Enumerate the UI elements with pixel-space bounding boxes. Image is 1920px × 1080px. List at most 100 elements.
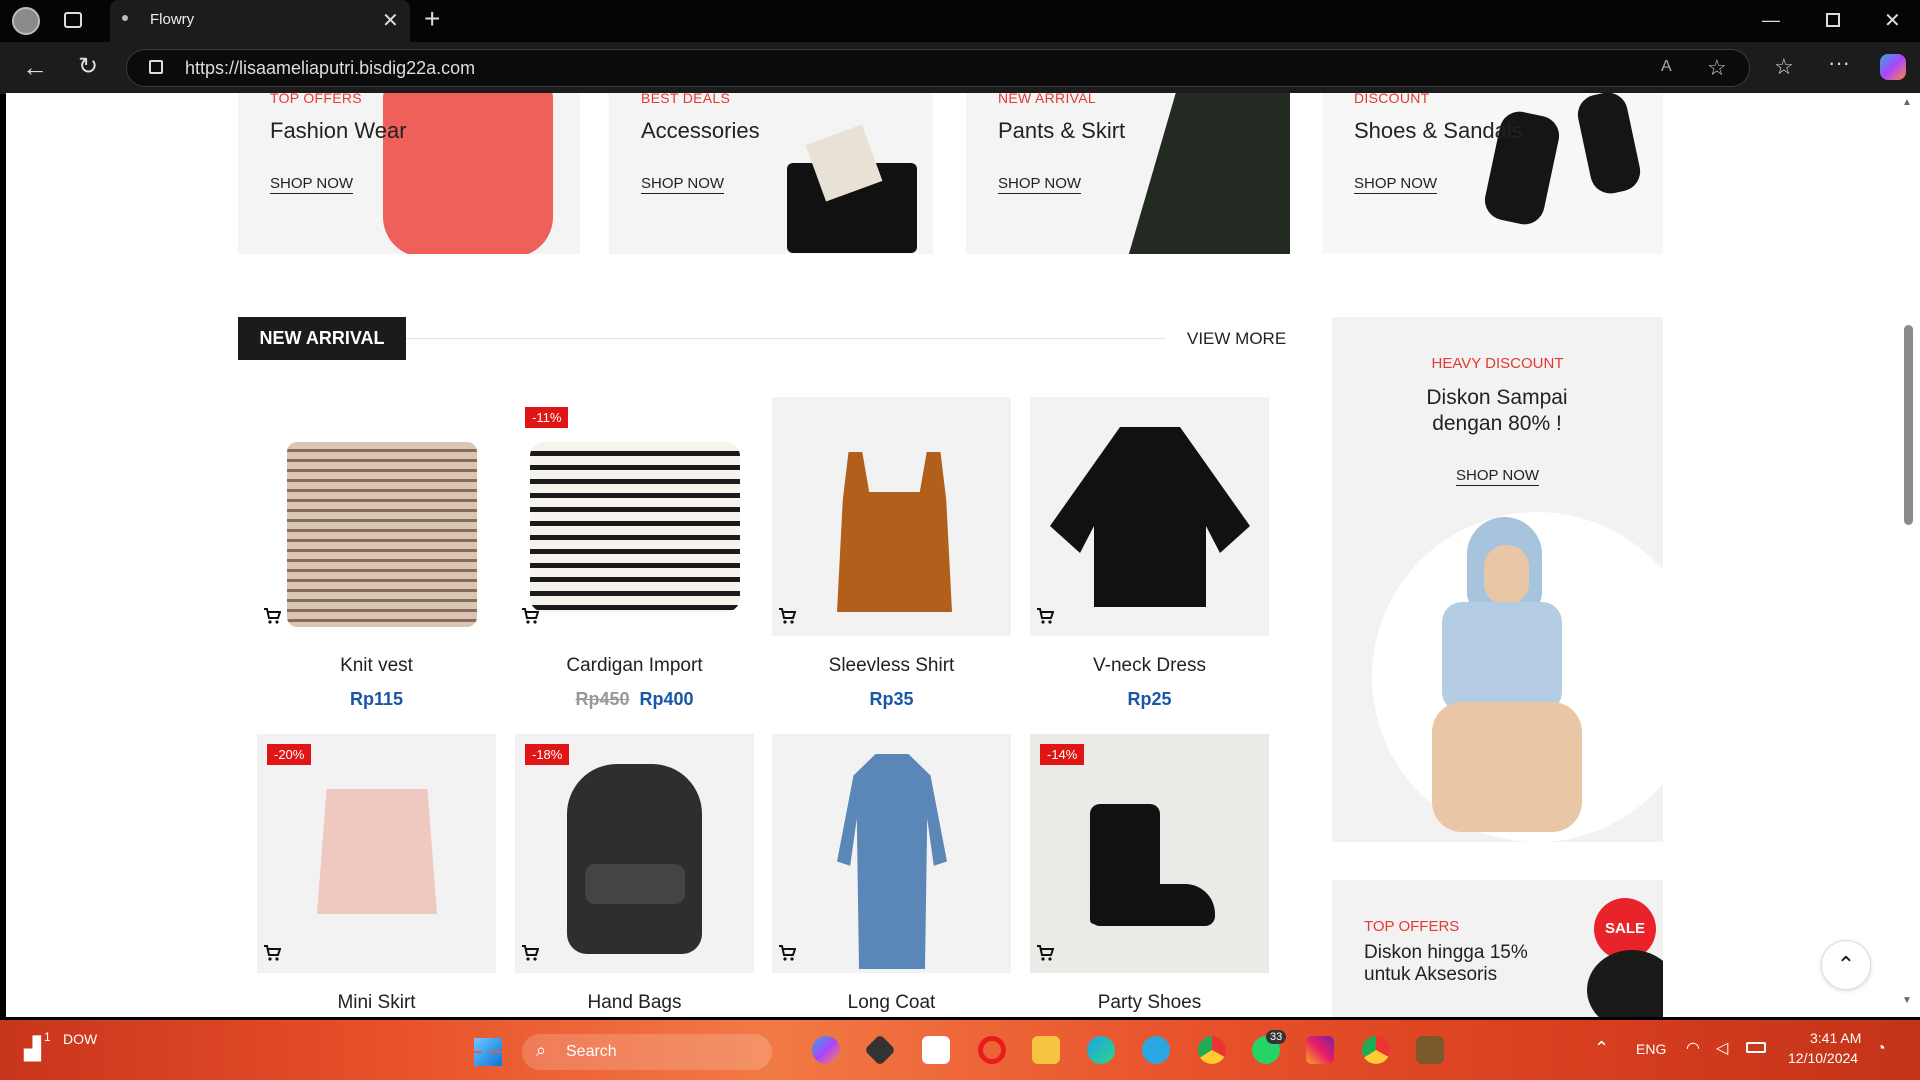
product-name[interactable]: Cardigan Import: [515, 655, 754, 677]
more-menu-icon[interactable]: ···: [1828, 50, 1850, 76]
cart-icon[interactable]: [521, 944, 539, 962]
product-image[interactable]: [1030, 397, 1269, 636]
product-image[interactable]: [772, 734, 1011, 973]
app-icon[interactable]: [1416, 1036, 1444, 1064]
search-label: Search: [566, 1043, 617, 1060]
telegram-icon[interactable]: [1142, 1036, 1170, 1064]
product-name[interactable]: Party Shoes: [1030, 992, 1269, 1014]
copilot-icon[interactable]: [1880, 54, 1906, 80]
section-title: NEW ARRIVAL: [238, 317, 406, 360]
scroll-down-arrow[interactable]: ▼: [1902, 995, 1912, 1006]
cart-icon[interactable]: [263, 944, 281, 962]
cart-icon[interactable]: [521, 607, 539, 625]
url-text[interactable]: https://lisaameliaputri.bisdig22a.com: [185, 58, 475, 79]
accessories-offer-banner[interactable]: TOP OFFERS Diskon hingga 15% untuk Akses…: [1332, 880, 1663, 1017]
heavy-discount-banner[interactable]: HEAVY DISCOUNT Diskon Sampai dengan 80% …: [1332, 317, 1663, 842]
battery-icon[interactable]: [1746, 1042, 1766, 1053]
product-name[interactable]: Mini Skirt: [257, 992, 496, 1014]
promo-image: [1128, 93, 1290, 254]
view-more-link[interactable]: VIEW MORE: [1187, 329, 1286, 349]
product-image[interactable]: [515, 734, 754, 973]
cart-icon[interactable]: [778, 944, 796, 962]
product-card[interactable]: -20% Mini Skirt: [257, 734, 496, 1017]
promo-tag: NEW ARRIVAL: [998, 93, 1096, 106]
language-indicator[interactable]: ENG: [1636, 1041, 1666, 1057]
product-name[interactable]: Knit vest: [257, 655, 496, 677]
notification-bell-icon[interactable]: ◔: [1876, 1040, 1886, 1058]
promo-card-accessories[interactable]: BEST DEALS Accessories SHOP NOW: [609, 93, 933, 254]
address-bar[interactable]: https://lisaameliaputri.bisdig22a.com A …: [126, 49, 1750, 87]
promo-card-pants[interactable]: NEW ARRIVAL Pants & Skirt SHOP NOW: [966, 93, 1290, 254]
back-to-top-button[interactable]: ⌃: [1821, 940, 1871, 990]
product-price-current: Rp35: [869, 689, 914, 709]
banner-shop-now-link[interactable]: SHOP NOW: [1456, 467, 1540, 486]
weather-label[interactable]: DOW: [63, 1031, 97, 1047]
promo-card-shoes[interactable]: DISCOUNT Shoes & Sandals SHOP NOW: [1322, 93, 1663, 254]
product-card[interactable]: Long Coat: [772, 734, 1011, 1017]
favorite-star-icon[interactable]: ☆: [1707, 55, 1727, 81]
product-image[interactable]: [772, 397, 1011, 636]
product-card[interactable]: Sleevless Shirt Rp35: [772, 397, 1011, 727]
new-tab-icon[interactable]: +: [424, 4, 440, 34]
product-card[interactable]: Knit vest Rp115: [257, 397, 496, 727]
promo-card-fashion[interactable]: TOP OFFERS Fashion Wear SHOP NOW: [238, 93, 580, 254]
copilot-app-icon[interactable]: [812, 1036, 840, 1064]
back-icon[interactable]: ←: [22, 52, 48, 83]
chrome-icon[interactable]: [1198, 1036, 1226, 1064]
cart-icon[interactable]: [778, 607, 796, 625]
product-name[interactable]: Hand Bags: [515, 992, 754, 1014]
product-price-current: Rp115: [349, 689, 404, 709]
product-card[interactable]: V-neck Dress Rp25: [1030, 397, 1269, 727]
product-image[interactable]: [257, 397, 496, 636]
favorites-icon[interactable]: ☆: [1774, 54, 1794, 80]
shop-now-link[interactable]: SHOP NOW: [998, 175, 1082, 194]
product-name[interactable]: Sleevless Shirt: [772, 655, 1011, 677]
file-explorer-icon[interactable]: [1032, 1036, 1060, 1064]
edge-icon[interactable]: [1087, 1036, 1115, 1064]
profile-avatar[interactable]: [12, 7, 40, 35]
tab-actions-icon[interactable]: [64, 12, 82, 28]
banner2-hat-image: [1587, 950, 1663, 1017]
product-name[interactable]: Long Coat: [772, 992, 1011, 1014]
volume-icon[interactable]: ◁: [1716, 1038, 1728, 1058]
product-price: Rp25: [1030, 689, 1269, 710]
shop-now-link[interactable]: SHOP NOW: [1354, 175, 1438, 194]
read-aloud-icon[interactable]: A: [1661, 58, 1672, 76]
banner2-tag: TOP OFFERS: [1364, 918, 1460, 935]
clock-time[interactable]: 3:41 AM: [1810, 1030, 1861, 1046]
store-icon[interactable]: [922, 1036, 950, 1064]
banner-title: Diskon Sampai dengan 80% !: [1426, 386, 1568, 435]
shop-now-link[interactable]: SHOP NOW: [270, 175, 354, 194]
product-image[interactable]: [1030, 734, 1269, 973]
promo-title: Shoes & Sandals: [1354, 118, 1523, 143]
close-tab-icon[interactable]: ✕: [382, 8, 399, 33]
cart-icon[interactable]: [1036, 944, 1054, 962]
instagram-icon[interactable]: [1306, 1036, 1334, 1064]
browser-tab[interactable]: Flowry ✕: [110, 0, 410, 42]
close-window-icon[interactable]: ✕: [1884, 8, 1901, 33]
minimize-icon[interactable]: —: [1762, 10, 1780, 31]
chrome-profile-icon[interactable]: [1362, 1036, 1390, 1064]
refresh-icon[interactable]: ↻: [78, 52, 98, 81]
cart-icon[interactable]: [263, 607, 281, 625]
scrollbar-thumb[interactable]: [1904, 325, 1913, 525]
product-name[interactable]: V-neck Dress: [1030, 655, 1269, 677]
cart-icon[interactable]: [1036, 607, 1054, 625]
wifi-icon[interactable]: ◠: [1686, 1038, 1700, 1058]
page-scrollbar[interactable]: ▲ ▼: [1896, 93, 1920, 1017]
product-card[interactable]: -11% Cardigan Import Rp450 Rp400: [515, 397, 754, 727]
banner-tag: HEAVY DISCOUNT: [1431, 355, 1564, 372]
show-hidden-icons[interactable]: ⌃: [1594, 1038, 1609, 1059]
clock-date[interactable]: 12/10/2024: [1788, 1050, 1858, 1066]
maximize-icon[interactable]: [1826, 13, 1840, 27]
taskbar-search-box[interactable]: ⌕ Search: [522, 1034, 772, 1070]
product-card[interactable]: -18% Hand Bags: [515, 734, 754, 1017]
opera-icon[interactable]: [978, 1036, 1006, 1064]
page-viewport: TOP OFFERS Fashion Wear SHOP NOW BEST DE…: [6, 93, 1896, 1017]
scroll-up-arrow[interactable]: ▲: [1902, 97, 1912, 108]
product-image[interactable]: [515, 397, 754, 636]
product-image[interactable]: [257, 734, 496, 973]
product-price: Rp115: [257, 689, 496, 710]
shop-now-link[interactable]: SHOP NOW: [641, 175, 725, 194]
product-card[interactable]: -14% Party Shoes: [1030, 734, 1269, 1017]
